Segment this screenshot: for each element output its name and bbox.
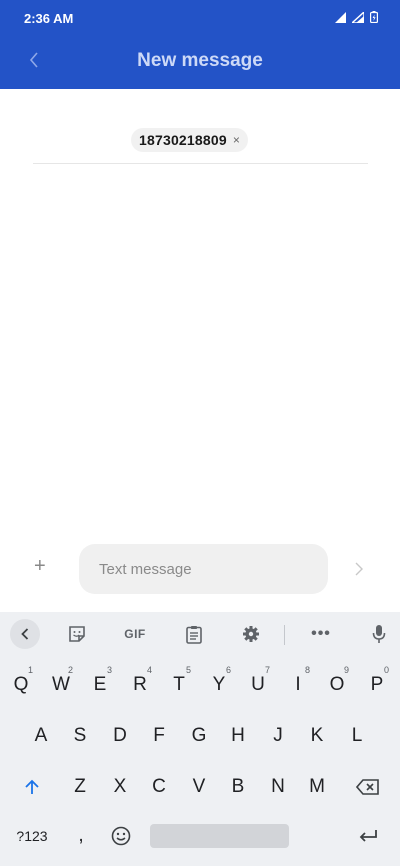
key-v[interactable]: V xyxy=(181,766,217,808)
key-m[interactable]: M xyxy=(299,766,335,808)
key-label: E xyxy=(93,674,107,695)
key-label: Y xyxy=(212,674,226,695)
key-hint: 9 xyxy=(343,665,349,675)
key-r[interactable]: R4 xyxy=(122,664,158,706)
message-input[interactable] xyxy=(79,544,328,594)
key-hint: 1 xyxy=(27,665,33,675)
key-hint: 6 xyxy=(225,665,231,675)
key-hint: 8 xyxy=(304,665,310,675)
gear-icon xyxy=(243,626,259,642)
add-attachment-button[interactable]: + xyxy=(34,556,46,576)
keyboard-toolbar: GIF ••• xyxy=(0,612,400,656)
space-key[interactable] xyxy=(150,824,289,848)
battery-icon xyxy=(370,11,378,23)
status-icons xyxy=(335,11,378,23)
symbols-key[interactable]: ?123 xyxy=(8,815,56,857)
sticker-button[interactable] xyxy=(64,621,90,647)
key-y[interactable]: Y6 xyxy=(201,664,237,706)
page-title: New message xyxy=(137,50,263,71)
clipboard-button[interactable] xyxy=(181,621,207,647)
key-q[interactable]: Q1 xyxy=(3,664,39,706)
backspace-icon xyxy=(356,779,379,795)
shift-key[interactable] xyxy=(8,766,56,808)
more-options-button[interactable]: ••• xyxy=(306,621,336,647)
key-w[interactable]: W2 xyxy=(43,664,79,706)
app-header: New message xyxy=(0,36,400,89)
toolbar-back-button[interactable] xyxy=(10,619,40,649)
key-b[interactable]: B xyxy=(220,766,256,808)
key-z[interactable]: Z xyxy=(62,766,98,808)
key-d[interactable]: D xyxy=(102,715,138,757)
key-x[interactable]: X xyxy=(102,766,138,808)
chevron-right-icon xyxy=(355,562,363,576)
key-f[interactable]: F xyxy=(141,715,177,757)
recipient-number: 18730218809 xyxy=(139,132,227,148)
clipboard-icon xyxy=(186,625,202,644)
key-label: O xyxy=(329,674,345,695)
status-time: 2:36 AM xyxy=(24,11,74,26)
key-label: R xyxy=(133,674,147,695)
key-e[interactable]: E3 xyxy=(82,664,118,706)
key-g[interactable]: G xyxy=(181,715,217,757)
key-t[interactable]: T5 xyxy=(161,664,197,706)
key-k[interactable]: K xyxy=(299,715,335,757)
key-o[interactable]: O9 xyxy=(319,664,355,706)
key-hint: 2 xyxy=(67,665,73,675)
key-hint: 4 xyxy=(146,665,152,675)
recipient-chip[interactable]: 18730218809 × xyxy=(131,128,248,152)
toolbar-divider xyxy=(284,625,285,645)
microphone-icon xyxy=(372,625,386,643)
key-label: Q xyxy=(13,674,29,695)
settings-button[interactable] xyxy=(238,621,264,647)
enter-key[interactable] xyxy=(348,815,388,857)
enter-arrow-icon xyxy=(359,830,377,842)
status-bar: 2:36 AM xyxy=(0,0,400,36)
key-label: T xyxy=(173,674,185,695)
key-s[interactable]: S xyxy=(62,715,98,757)
keyboard: GIF ••• Q1 W2 E3 R4 T5 Y6 U7 I8 O9 P0 A … xyxy=(0,612,400,866)
key-label: U xyxy=(251,674,265,695)
chevron-left-icon xyxy=(21,628,29,640)
key-hint: 7 xyxy=(264,665,270,675)
key-c[interactable]: C xyxy=(141,766,177,808)
wifi-icon xyxy=(352,11,364,23)
comma-key[interactable]: , xyxy=(66,815,96,857)
key-j[interactable]: J xyxy=(260,715,296,757)
sticker-icon xyxy=(69,626,85,642)
backspace-key[interactable] xyxy=(344,766,392,808)
signal-icon xyxy=(335,11,346,23)
key-hint: 5 xyxy=(185,665,191,675)
key-label: W xyxy=(52,674,70,695)
key-i[interactable]: I8 xyxy=(280,664,316,706)
key-a[interactable]: A xyxy=(23,715,59,757)
key-p[interactable]: P0 xyxy=(359,664,395,706)
gif-button[interactable]: GIF xyxy=(118,621,152,647)
compose-bar: + xyxy=(0,542,400,598)
key-h[interactable]: H xyxy=(220,715,256,757)
key-hint: 3 xyxy=(106,665,112,675)
key-u[interactable]: U7 xyxy=(240,664,276,706)
key-n[interactable]: N xyxy=(260,766,296,808)
key-hint: 0 xyxy=(383,665,389,675)
emoji-key[interactable] xyxy=(106,815,136,857)
key-label: P xyxy=(370,674,384,695)
voice-input-button[interactable] xyxy=(366,621,392,647)
emoji-icon xyxy=(111,826,131,846)
key-l[interactable]: L xyxy=(339,715,375,757)
shift-arrow-icon xyxy=(25,779,39,794)
recipient-field[interactable]: 18730218809 × xyxy=(33,122,368,164)
key-label: I xyxy=(295,674,301,695)
remove-recipient-icon[interactable]: × xyxy=(233,134,240,146)
send-button[interactable] xyxy=(349,559,369,579)
